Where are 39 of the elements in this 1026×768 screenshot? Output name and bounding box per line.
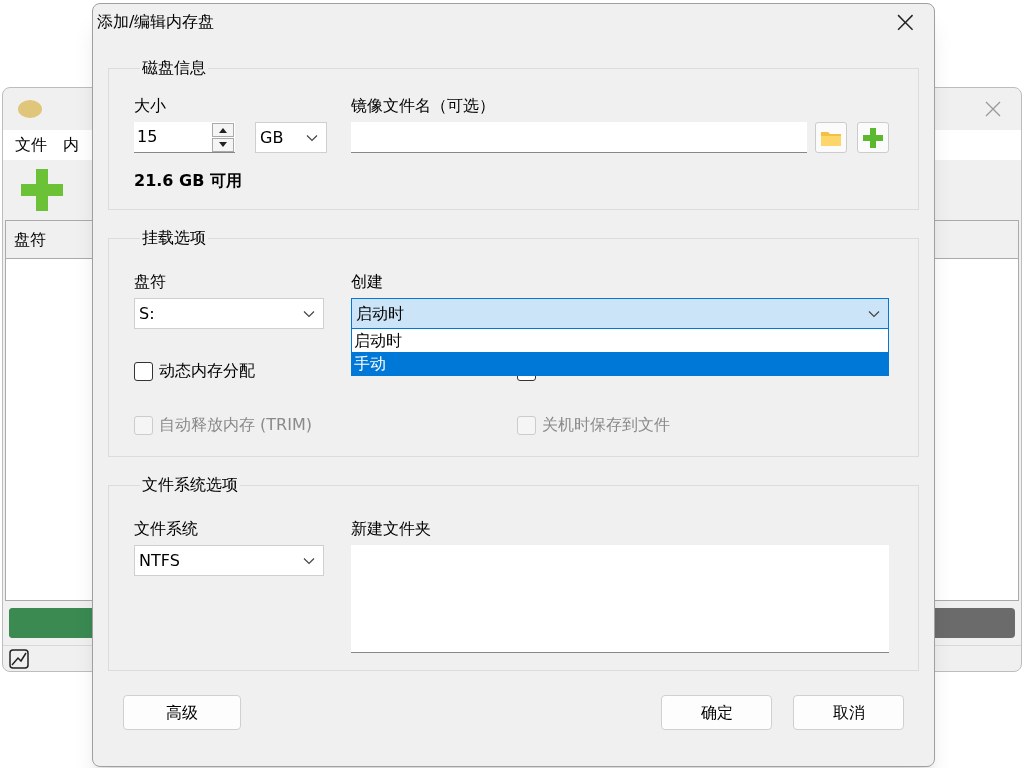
create-dropdown[interactable]: 启动时: [351, 298, 889, 329]
menu-item[interactable]: 内: [63, 133, 79, 157]
filesystem-dropdown[interactable]: NTFS: [134, 545, 324, 576]
group-title: 磁盘信息: [141, 57, 207, 79]
close-icon[interactable]: [985, 101, 1001, 117]
checkbox-label: 动态内存分配: [159, 360, 255, 382]
checkbox-label: 关机时保存到文件: [542, 414, 670, 436]
free-space-text: 21.6 GB 可用: [134, 170, 243, 192]
chevron-icon: [303, 556, 315, 565]
field-label: 创建: [351, 271, 384, 293]
chart-icon[interactable]: [9, 648, 29, 669]
field-label: 大小: [134, 95, 167, 117]
field-label: 新建文件夹: [351, 518, 432, 540]
field-label: 盘符: [134, 271, 167, 293]
window-title: 添加/编辑内存盘: [97, 11, 215, 33]
checkbox[interactable]: [134, 361, 153, 381]
unit-dropdown[interactable]: GB: [255, 122, 327, 153]
input-field[interactable]: [351, 122, 807, 153]
ok-button[interactable]: 确定: [661, 695, 772, 730]
field-label: 镜像文件名（可选）: [351, 95, 496, 117]
chevron-icon: [868, 309, 880, 318]
add-icon[interactable]: [21, 169, 63, 211]
chevron-icon: [303, 309, 315, 318]
advanced-button[interactable]: 高级: [123, 695, 241, 730]
group-title: 挂载选项: [141, 227, 207, 249]
checkbox-label: 自动释放内存 (TRIM): [159, 414, 312, 436]
field-label: 文件系统: [134, 518, 199, 540]
dropdown-option[interactable]: 手动: [352, 352, 888, 375]
cancel-button[interactable]: 取消: [793, 695, 904, 730]
browse-button[interactable]: [815, 122, 847, 153]
size-spinner[interactable]: 15: [134, 122, 235, 153]
drive-dropdown[interactable]: S:: [134, 298, 324, 329]
app-icon: [17, 99, 43, 119]
close-button[interactable]: ×: [892, 7, 918, 37]
add-icon: [863, 127, 883, 148]
menu-item[interactable]: 文件: [15, 133, 47, 157]
group-title: 文件系统选项: [141, 474, 239, 496]
chevron-icon: [306, 133, 318, 142]
add-button[interactable]: [857, 122, 889, 153]
